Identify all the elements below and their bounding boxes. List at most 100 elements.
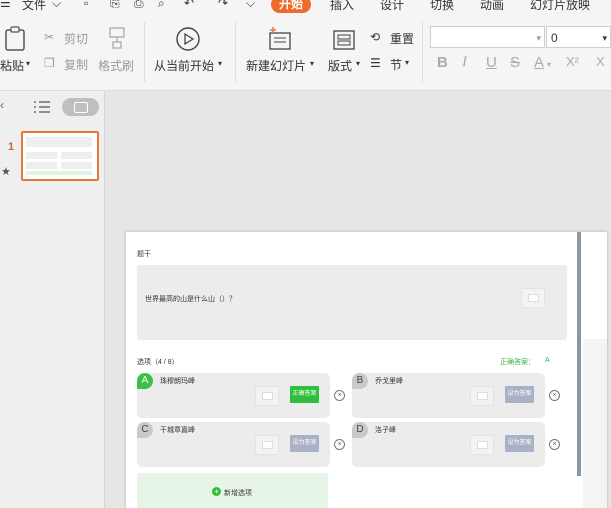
italic-button[interactable]: I bbox=[462, 54, 467, 71]
option-a-text: 珠穆朗玛峰 bbox=[160, 378, 195, 385]
subscript-button[interactable]: X bbox=[596, 54, 605, 69]
export-icon[interactable]: ⎘ bbox=[110, 0, 120, 11]
tab-home[interactable]: 开始 bbox=[271, 0, 312, 13]
option-c-badge: C bbox=[137, 422, 153, 438]
slide-thumbnail[interactable] bbox=[21, 131, 99, 181]
correct-answer-button[interactable]: 正确答案 bbox=[290, 386, 319, 403]
thumbnail-option-row bbox=[61, 152, 92, 159]
font-name-dropdown-icon: ▾ bbox=[536, 33, 541, 43]
option-a[interactable]: A 珠穆朗玛峰 正确答案 bbox=[137, 373, 330, 418]
image-placeholder-icon[interactable] bbox=[470, 435, 494, 455]
paste-dropdown-icon[interactable]: ▾ bbox=[26, 59, 30, 68]
option-b-badge: B bbox=[352, 373, 368, 389]
strikethrough-button[interactable]: S bbox=[510, 54, 520, 71]
set-answer-button[interactable]: 设为答案 bbox=[505, 435, 534, 452]
section-dropdown-icon[interactable]: ▾ bbox=[405, 58, 409, 67]
option-c[interactable]: C 干城章嘉峰 设为答案 bbox=[137, 422, 330, 467]
font-color-dropdown-icon[interactable]: ▾ bbox=[547, 60, 551, 69]
play-icon bbox=[176, 27, 200, 51]
section-icon: ☰ bbox=[370, 56, 381, 70]
menu-file[interactable]: 文件 bbox=[22, 0, 46, 13]
question-text: 世界最高的山是什么山（）？ bbox=[145, 296, 236, 303]
font-size-value: 0 bbox=[551, 31, 558, 45]
outline-view-icon[interactable] bbox=[33, 100, 51, 114]
format-painter-icon bbox=[109, 27, 125, 49]
slide-number: 1 bbox=[8, 141, 15, 153]
paste-button[interactable]: 粘贴 ▾ bbox=[0, 24, 34, 79]
image-placeholder-icon[interactable] bbox=[255, 386, 279, 406]
add-option-label: 新增选项 bbox=[224, 490, 252, 497]
options-label: 选项（4 / 8） bbox=[137, 359, 179, 366]
question-box[interactable]: 世界最高的山是什么山（）？ bbox=[137, 265, 567, 340]
option-d[interactable]: D 洛子峰 设为答案 bbox=[352, 422, 545, 467]
image-placeholder-icon[interactable] bbox=[470, 386, 494, 406]
slide-scrollbar[interactable] bbox=[577, 232, 581, 476]
layout-icon bbox=[333, 30, 355, 50]
option-d-badge: D bbox=[352, 422, 368, 438]
option-b[interactable]: B 乔戈里峰 设为答案 bbox=[352, 373, 545, 418]
new-slide-button[interactable]: 新建幻灯片 bbox=[246, 57, 306, 74]
save-icon[interactable]: ▫ bbox=[84, 0, 88, 10]
font-name-select[interactable]: ▾ bbox=[430, 26, 545, 48]
stem-label: 题干 bbox=[137, 251, 151, 258]
slide-view-toggle[interactable] bbox=[62, 98, 99, 116]
plus-icon: + bbox=[212, 487, 221, 496]
format-painter-button[interactable]: 格式刷 bbox=[98, 57, 134, 74]
play-dropdown-icon[interactable]: ▾ bbox=[218, 59, 222, 68]
layout-button[interactable]: 版式 bbox=[328, 57, 352, 74]
option-d-text: 洛子峰 bbox=[375, 427, 396, 434]
thumbnail-option-row bbox=[61, 162, 92, 169]
layout-dropdown-icon[interactable]: ▾ bbox=[356, 59, 360, 68]
preview-icon[interactable]: ⌕ bbox=[158, 0, 165, 11]
tab-animation[interactable]: 动画 bbox=[480, 0, 504, 13]
more-icon[interactable]: ⌵ bbox=[246, 0, 255, 11]
play-from-current-button[interactable]: 从当前开始 bbox=[154, 57, 214, 74]
scissors-icon: ✂ bbox=[44, 30, 55, 44]
tab-slideshow[interactable]: 幻灯片放映 bbox=[530, 0, 590, 13]
remove-option-d-icon[interactable]: × bbox=[549, 439, 560, 450]
reset-button[interactable]: 重置 bbox=[390, 30, 414, 47]
thumbnail-question-box bbox=[26, 137, 92, 147]
slide-canvas[interactable]: 题干 世界最高的山是什么山（）？ 选项（4 / 8） 正确答案： A A 珠穆朗… bbox=[126, 232, 607, 508]
image-placeholder-icon[interactable] bbox=[521, 288, 545, 308]
thumbnail-add-row bbox=[26, 171, 92, 175]
collapse-panel-icon[interactable]: ‹ bbox=[0, 98, 4, 112]
new-slide-dropdown-icon[interactable]: ▾ bbox=[310, 59, 314, 68]
font-size-dropdown-icon: ▾ bbox=[602, 33, 607, 43]
reset-icon: ⟲ bbox=[370, 30, 381, 44]
bold-button[interactable]: B bbox=[437, 54, 448, 71]
option-b-text: 乔戈里峰 bbox=[375, 378, 403, 385]
thumbnail-option-row bbox=[26, 152, 57, 159]
tab-design[interactable]: 设计 bbox=[380, 0, 404, 13]
add-option-button[interactable]: + 新增选项 bbox=[137, 473, 328, 508]
redo-icon[interactable]: ↷ bbox=[218, 0, 228, 10]
thumbnail-option-row bbox=[26, 162, 57, 169]
set-answer-button[interactable]: 设为答案 bbox=[290, 435, 319, 452]
menu-bar: ☰ 文件 ⌵ ▫ ⎘ ⎙ ⌕ ↶ ↷ ⌵ 开始 插入 设计 切换 动画 幻灯片放… bbox=[0, 0, 611, 14]
undo-icon[interactable]: ↶ bbox=[184, 0, 194, 10]
tab-transition[interactable]: 切换 bbox=[430, 0, 454, 13]
new-slide-icon bbox=[269, 27, 291, 50]
font-size-select[interactable]: 0 ▾ bbox=[546, 26, 611, 48]
image-placeholder-icon[interactable] bbox=[255, 435, 279, 455]
paste-label: 粘贴 bbox=[0, 59, 25, 73]
chevron-down-icon[interactable]: ⌵ bbox=[52, 0, 61, 11]
remove-option-a-icon[interactable]: × bbox=[334, 390, 345, 401]
tab-insert[interactable]: 插入 bbox=[330, 0, 354, 13]
underline-button[interactable]: U bbox=[486, 54, 497, 71]
option-c-text: 干城章嘉峰 bbox=[160, 427, 195, 434]
font-color-button[interactable]: A bbox=[534, 54, 544, 71]
option-a-badge: A bbox=[137, 373, 153, 389]
remove-option-c-icon[interactable]: × bbox=[334, 439, 345, 450]
hamburger-icon[interactable]: ☰ bbox=[0, 0, 11, 10]
print-icon[interactable]: ⎙ bbox=[134, 0, 144, 11]
answer-label: 正确答案： bbox=[500, 359, 535, 366]
ribbon: 粘贴 ▾ ✂ 剪切 ❐ 复制 格式刷 从当前开始 ▾ 新建幻灯片 ▾ 版式 ▾ … bbox=[0, 14, 611, 91]
remove-option-b-icon[interactable]: × bbox=[549, 390, 560, 401]
cut-button[interactable]: 剪切 bbox=[64, 30, 88, 47]
superscript-button[interactable]: X² bbox=[566, 54, 579, 69]
set-answer-button[interactable]: 设为答案 bbox=[505, 386, 534, 403]
copy-button[interactable]: 复制 bbox=[64, 56, 88, 73]
copy-icon: ❐ bbox=[44, 56, 55, 70]
section-button[interactable]: 节 bbox=[390, 56, 402, 73]
